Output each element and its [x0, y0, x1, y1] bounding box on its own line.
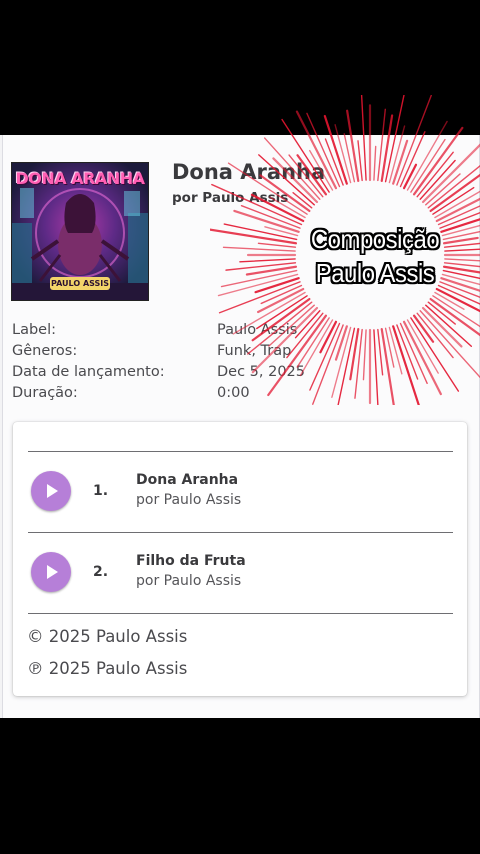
- play-track-2-button[interactable]: [31, 552, 71, 592]
- copyright-line: © 2025 Paulo Assis: [27, 627, 188, 646]
- meta-release-value: Dec 5, 2025: [217, 364, 306, 380]
- meta-duration-value: 0:00: [217, 385, 250, 401]
- meta-release-label: Data de lançamento:: [12, 364, 165, 380]
- album-cover: DONA ARANHA PAULO ASSIS: [12, 163, 148, 300]
- cover-title-text: DONA ARANHA: [15, 169, 145, 188]
- track-1-title[interactable]: Dona Aranha: [136, 472, 238, 488]
- meta-genres-label: Gêneros:: [12, 343, 78, 359]
- cover-artist-tag: PAULO ASSIS: [50, 277, 110, 290]
- divider: [28, 532, 453, 533]
- meta-genres-value: Funk, Trap: [217, 343, 292, 359]
- album-title: Dona Aranha: [172, 160, 326, 184]
- tracklist-panel: 1. Dona Aranha por Paulo Assis 2. Filho …: [13, 422, 467, 696]
- track-2-title[interactable]: Filho da Fruta: [136, 553, 246, 569]
- track-1-artist[interactable]: por Paulo Assis: [136, 492, 241, 508]
- album-artist[interactable]: por Paulo Assis: [172, 190, 288, 206]
- divider: [28, 613, 453, 614]
- meta-label-value: Paulo Assis: [217, 322, 298, 338]
- meta-label-label: Label:: [12, 322, 57, 338]
- divider: [28, 451, 453, 452]
- track-1-number: 1.: [93, 483, 109, 499]
- phonogram-line: ℗ 2025 Paulo Assis: [27, 659, 188, 678]
- meta-duration-label: Duração:: [12, 385, 78, 401]
- track-2-artist[interactable]: por Paulo Assis: [136, 573, 241, 589]
- track-2-number: 2.: [93, 564, 109, 580]
- overlay-caption-line1: Composição: [310, 224, 440, 254]
- play-track-1-button[interactable]: [31, 471, 71, 511]
- overlay-caption-line2: Paulo Assis: [315, 258, 435, 288]
